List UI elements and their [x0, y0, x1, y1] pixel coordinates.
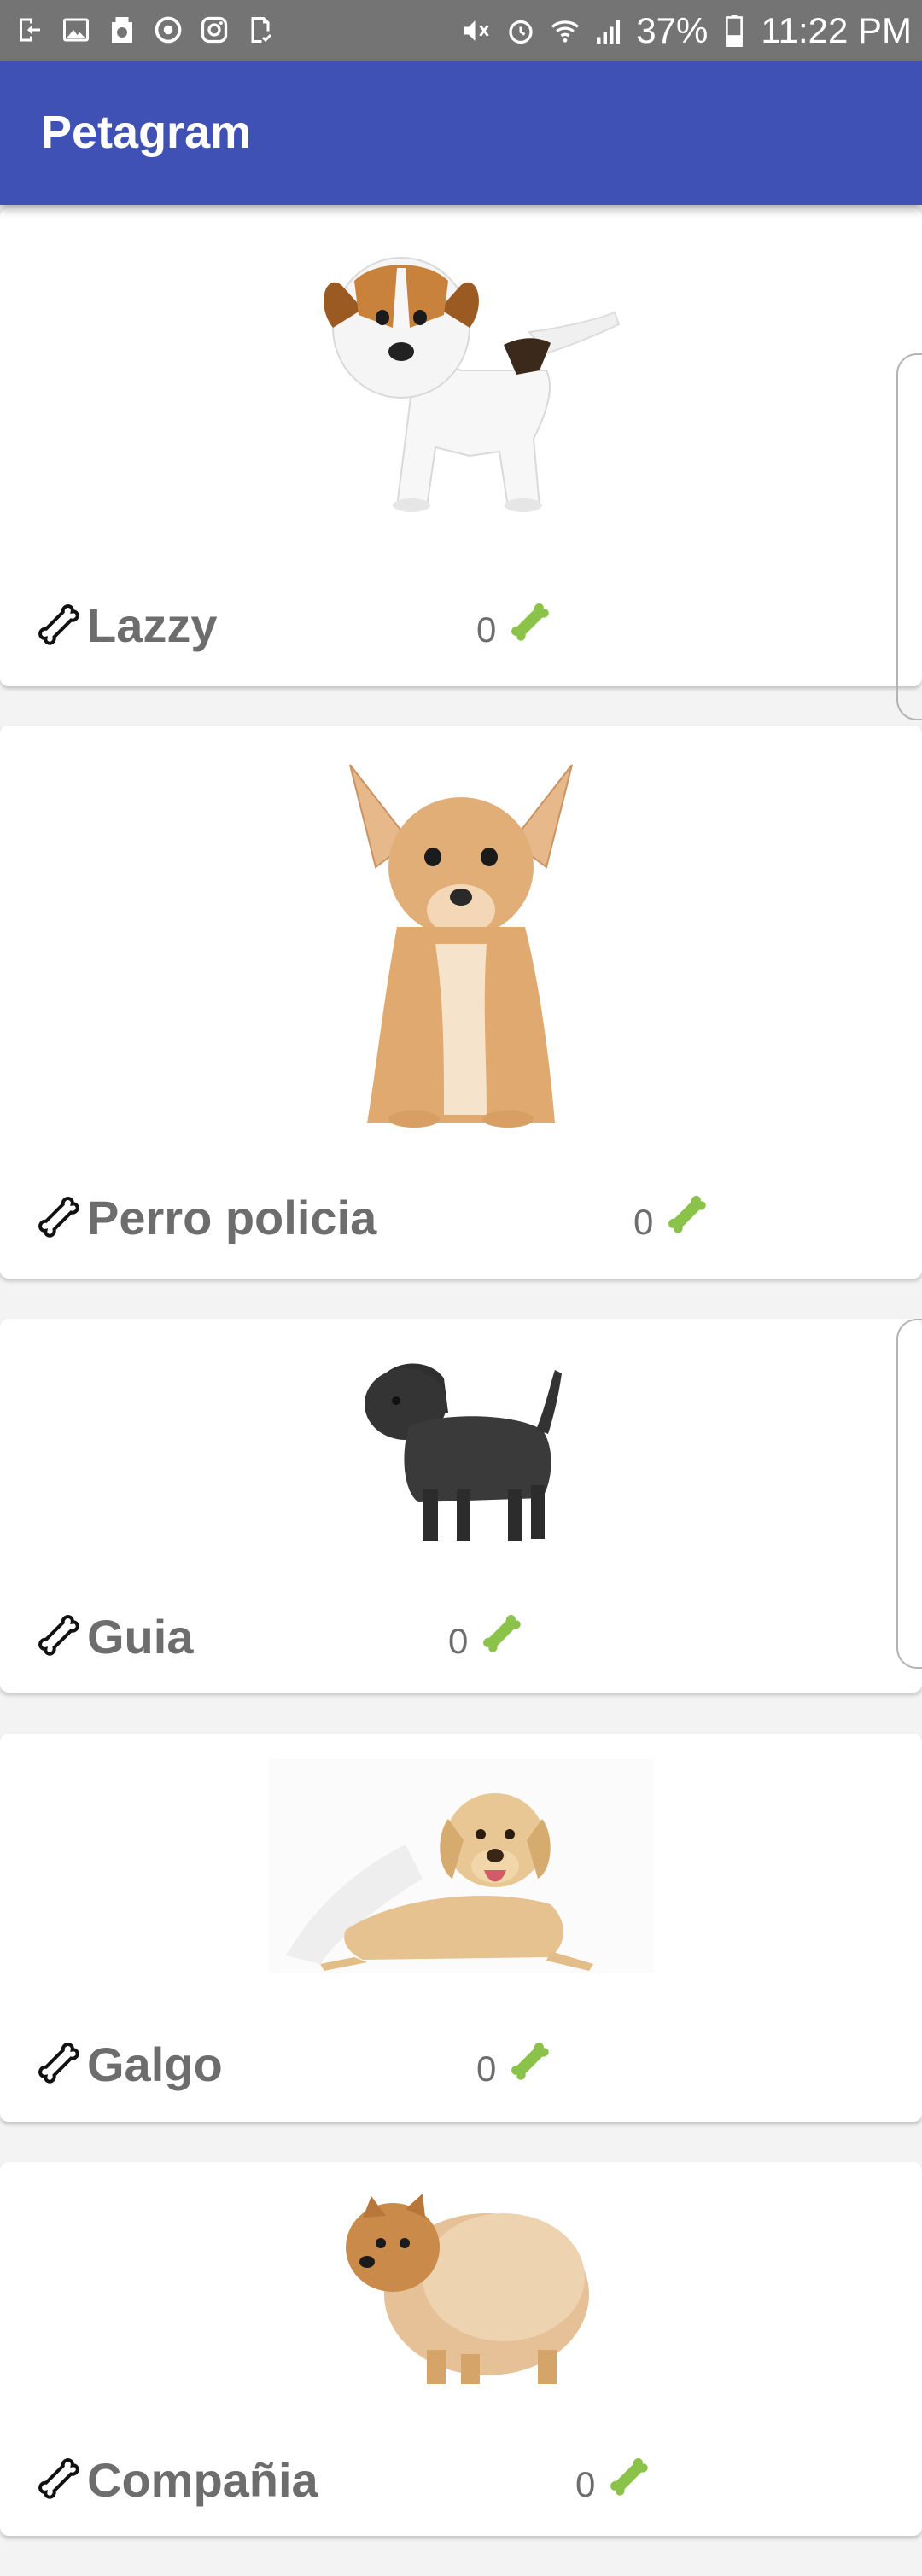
- notification-icons: [12, 12, 278, 48]
- mute-icon: [458, 13, 494, 49]
- system-status: 37% 11:22 PM: [458, 7, 912, 55]
- wifi-icon: [547, 13, 583, 49]
- clock: 11:22 PM: [761, 10, 912, 50]
- bone-outline-icon[interactable]: [31, 1607, 82, 1658]
- like-count: 0: [633, 1202, 654, 1242]
- pet-card[interactable]: Galgo 0: [0, 1734, 922, 2122]
- doc-check-icon: [242, 12, 278, 48]
- battery-percent: 37%: [636, 10, 709, 50]
- pet-name: Compañia: [87, 2453, 318, 2507]
- edge-glow: [896, 353, 922, 720]
- like-bone-icon[interactable]: [502, 594, 553, 645]
- pet-name: Perro policia: [87, 1191, 377, 1244]
- like-count: 0: [575, 2464, 596, 2504]
- pet-name: Galgo: [87, 2037, 223, 2091]
- recycle-icon: [104, 12, 140, 48]
- signal-icon: [592, 13, 627, 49]
- like-count: 0: [448, 1621, 469, 1661]
- pet-card[interactable]: Guia 0: [0, 1319, 922, 1693]
- bone-outline-icon[interactable]: [31, 1189, 82, 1240]
- bone-outline-icon[interactable]: [31, 2035, 82, 2086]
- pet-name: Guia: [87, 1610, 194, 1664]
- pet-card[interactable]: Compañia 0: [0, 2162, 922, 2536]
- pet-card[interactable]: Lazzy 0: [0, 208, 922, 720]
- alarm-icon: [503, 13, 539, 49]
- like-bone-icon[interactable]: [502, 2033, 553, 2084]
- pet-photo-chihuahua: [349, 764, 573, 1128]
- like-bone-icon[interactable]: [474, 1606, 525, 1657]
- like-bone-icon[interactable]: [659, 1186, 710, 1238]
- instagram-icon: [196, 12, 232, 48]
- pet-photo-pomeranian: [346, 2194, 589, 2384]
- pet-photo-labrador: [269, 1759, 653, 1973]
- edge-glow: [896, 1319, 922, 1669]
- pet-name: Lazzy: [87, 598, 218, 652]
- exit-icon: [12, 12, 48, 48]
- like-bone-icon[interactable]: [601, 2449, 652, 2500]
- app-bar: Petagram: [0, 61, 922, 205]
- app-title: Petagram: [41, 107, 252, 158]
- like-count: 0: [476, 2049, 497, 2089]
- pet-card[interactable]: Perro policia 0: [0, 726, 922, 1279]
- battery-icon: [716, 13, 752, 49]
- pet-photo-jack-russell: [324, 257, 621, 512]
- bone-outline-icon[interactable]: [31, 2451, 82, 2502]
- pet-photo-affenpinscher: [365, 1363, 562, 1541]
- like-count: 0: [476, 609, 497, 650]
- sync-icon: [150, 12, 186, 48]
- image-icon: [58, 12, 94, 48]
- status-bar: 37% 11:22 PM: [0, 0, 922, 61]
- bone-outline-icon[interactable]: [31, 597, 82, 648]
